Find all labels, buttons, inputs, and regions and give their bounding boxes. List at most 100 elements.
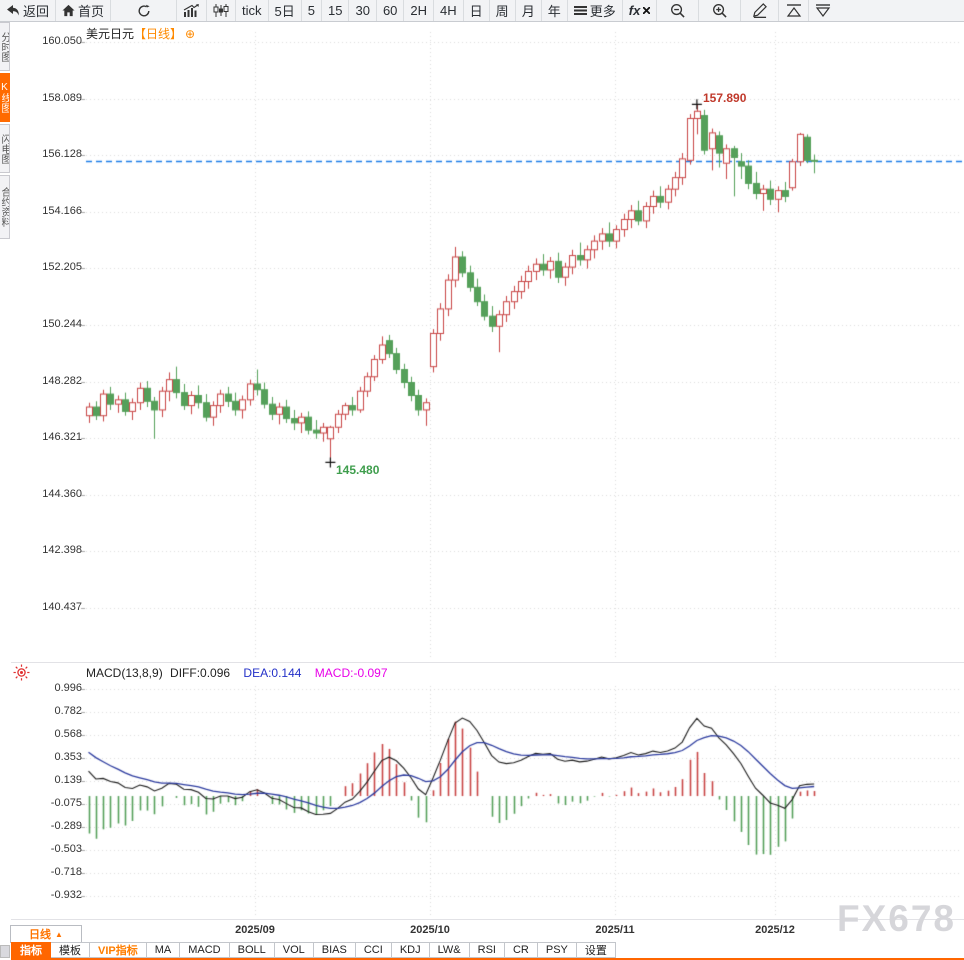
tab-psy[interactable]: PSY (538, 942, 577, 958)
period-year-button[interactable]: 年 (542, 0, 568, 21)
panel-separator-line (0, 662, 964, 663)
tick-label: tick (242, 3, 262, 18)
fx678-kline-page: { "toolbar": { "back": "返回", "home": "首页… (0, 0, 964, 960)
time-axis-label: 2025/09 (227, 924, 283, 936)
tab-vol[interactable]: VOL (275, 942, 314, 958)
period-2h-button[interactable]: 2H (404, 0, 434, 21)
sidebar-corner-box (0, 945, 10, 958)
period-15m-label: 15 (328, 3, 342, 18)
zoom-out-button[interactable] (657, 0, 699, 21)
refresh-button[interactable] (111, 0, 177, 21)
tab-cr[interactable]: CR (505, 942, 538, 958)
period-dropdown-label: 日线 (29, 926, 51, 942)
price-axis-label: 156.128 (26, 148, 82, 160)
tab-lw[interactable]: LW& (430, 942, 470, 958)
macd-bar-value: MACD:-0.097 (315, 666, 388, 680)
sidebar-tab-lightning[interactable]: 闪电图 (0, 124, 10, 173)
candle-chart-type-button[interactable] (207, 0, 236, 21)
tab-boll[interactable]: BOLL (230, 942, 275, 958)
macd-header: MACD(13,8,9) DIFF:0.096 DEA:0.144 MACD:-… (86, 666, 388, 680)
price-axis-label: 146.321 (26, 431, 82, 443)
period-4h-button[interactable]: 4H (434, 0, 464, 21)
tab-ma[interactable]: MA (147, 942, 181, 958)
macd-axis-label: 0.353 (26, 751, 82, 763)
time-axis-label: 2025/11 (587, 924, 643, 936)
period-week-label: 周 (496, 1, 509, 20)
period-day-label: 日 (470, 1, 483, 20)
collapse-panel-down-button[interactable] (809, 0, 837, 21)
refresh-icon (137, 4, 151, 18)
price-axis-label: 144.360 (26, 488, 82, 500)
pencil-icon (752, 3, 767, 18)
price-axis-label: 140.437 (26, 601, 82, 613)
tab-kdj[interactable]: KDJ (392, 942, 430, 958)
price-axis-label: 152.205 (26, 261, 82, 273)
fx-label: fx (629, 3, 641, 18)
more-menu-button[interactable]: 更多 (568, 0, 623, 21)
back-button[interactable]: 返回 (0, 0, 56, 21)
macd-diff-value: DIFF:0.096 (170, 666, 230, 680)
price-axis-label: 160.050 (26, 35, 82, 47)
home-button[interactable]: 首页 (56, 0, 111, 21)
sidebar-tab-kline[interactable]: K线图 (0, 73, 10, 122)
macd-axis-label: -0.932 (26, 889, 82, 901)
more-label: 更多 (590, 1, 616, 20)
tick-period-button[interactable]: tick (236, 0, 269, 21)
draw-tool-button[interactable] (741, 0, 779, 21)
period-30m-label: 30 (355, 3, 369, 18)
tab-templates[interactable]: 模板 (51, 942, 90, 958)
candlestick-chart-canvas[interactable] (0, 0, 964, 960)
macd-axis-label: 0.139 (26, 774, 82, 786)
watermark: FX678 (837, 898, 956, 940)
zoom-out-icon (670, 3, 685, 18)
home-icon (62, 4, 75, 17)
period-day-button[interactable]: 日 (464, 0, 490, 21)
top-toolbar: 返回 首页 tick 5日 5 15 30 60 2H 4H 日 周 月 年 更… (0, 0, 964, 22)
period-5m-button[interactable]: 5 (302, 0, 322, 21)
home-label: 首页 (78, 1, 104, 20)
period-month-button[interactable]: 月 (516, 0, 542, 21)
price-axis-label: 154.166 (26, 205, 82, 217)
tab-bias[interactable]: BIAS (314, 942, 356, 958)
time-axis-label: 2025/10 (402, 924, 458, 936)
period-15m-button[interactable]: 15 (322, 0, 349, 21)
period-4h-label: 4H (440, 3, 457, 18)
period-5d-label: 5日 (275, 1, 295, 20)
period-5d-button[interactable]: 5日 (269, 0, 302, 21)
macd-axis-label: -0.075 (26, 797, 82, 809)
macd-axis-label: 0.996 (26, 682, 82, 694)
period-week-button[interactable]: 周 (490, 0, 516, 21)
macd-axis-label: 0.568 (26, 728, 82, 740)
period-60m-label: 60 (383, 3, 397, 18)
indicator-settings-sun-icon[interactable] (13, 664, 30, 681)
zoom-in-button[interactable] (699, 0, 741, 21)
line-chart-type-button[interactable] (177, 0, 207, 21)
tab-rsi[interactable]: RSI (470, 942, 505, 958)
tab-vip-indicators[interactable]: VIP指标 (90, 942, 147, 958)
macd-axis-label: 0.782 (26, 705, 82, 717)
price-axis-label: 158.089 (26, 92, 82, 104)
indicator-fx-button[interactable]: fx (623, 0, 658, 21)
tab-settings[interactable]: 设置 (577, 942, 616, 958)
period-30m-button[interactable]: 30 (349, 0, 376, 21)
triangle-down-line-icon (815, 4, 831, 17)
tab-macd[interactable]: MACD (180, 942, 229, 958)
tab-cci[interactable]: CCI (356, 942, 392, 958)
zoom-in-icon (712, 3, 727, 18)
symbol-name: 美元日元 (86, 27, 134, 41)
price-axis-label: 148.282 (26, 375, 82, 387)
back-arrow-icon (6, 4, 20, 17)
triangle-up-line-icon (786, 4, 802, 17)
indicator-tab-bar: 指标 模板 VIP指标 MA MACD BOLL VOL BIAS CCI KD… (11, 942, 964, 960)
macd-axis-label: -0.718 (26, 866, 82, 878)
tab-indicators[interactable]: 指标 (11, 942, 51, 958)
collapse-panel-up-button[interactable] (779, 0, 809, 21)
period-60m-button[interactable]: 60 (377, 0, 404, 21)
period-year-label: 年 (548, 1, 561, 20)
period-dropdown-button[interactable]: 日线 ▲ (10, 925, 82, 943)
sidebar-tab-contract-info[interactable]: 合约资料 (0, 175, 10, 239)
price-axis-label: 150.244 (26, 318, 82, 330)
add-compare-icon[interactable]: ⊕ (185, 27, 195, 41)
sidebar-tab-timeshare[interactable]: 分时图 (0, 22, 10, 71)
period-2h-label: 2H (410, 3, 427, 18)
